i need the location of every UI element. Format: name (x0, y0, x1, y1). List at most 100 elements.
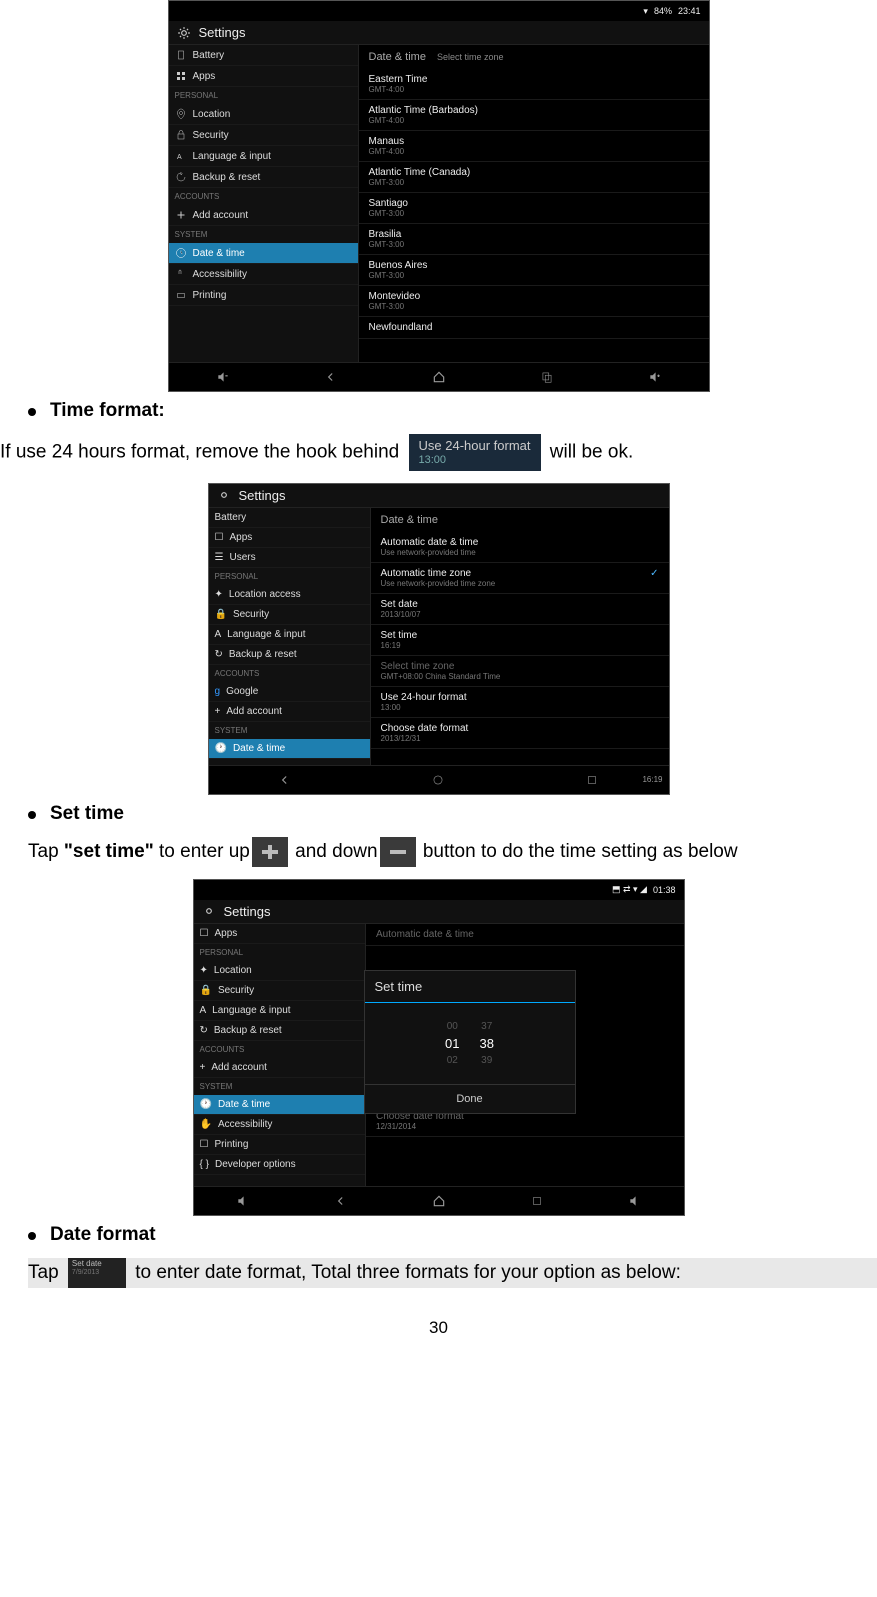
sidebar-item-printing[interactable]: Printing (169, 285, 358, 306)
hour-wheel[interactable]: 00 01 02 (445, 1019, 459, 1068)
sidebar-label: Security (193, 130, 229, 141)
vol-down-icon[interactable] (236, 1194, 250, 1208)
hour-prev: 00 (445, 1019, 459, 1034)
sidebar-item-backup[interactable]: ↻ Backup & reset (209, 645, 370, 665)
sidebar-header-accounts: ACCOUNTS (194, 1041, 366, 1058)
tz-offset: GMT-3:00 (369, 302, 699, 311)
vol-up-icon[interactable] (628, 1194, 642, 1208)
tz-item[interactable]: ManausGMT-4:00 (359, 131, 709, 162)
title-text: Settings (224, 904, 271, 919)
recent-icon[interactable] (530, 1194, 544, 1208)
minute-selected: 38 (480, 1034, 494, 1053)
home-icon[interactable] (432, 1194, 446, 1208)
tz-name: Eastern Time (369, 74, 699, 85)
tz-offset: GMT-4:00 (369, 147, 699, 156)
sidebar-item-security[interactable]: 🔒 Security (194, 981, 366, 1001)
plus-button-icon (252, 837, 288, 867)
sidebar-item-backup[interactable]: ↻ Backup & reset (194, 1021, 366, 1041)
tz-item[interactable]: Newfoundland (359, 317, 709, 339)
sidebar-header-personal: PERSONAL (194, 944, 366, 961)
breadcrumb-main: Date & time (369, 51, 426, 63)
text: If use 24 hours format, remove the hook … (0, 441, 399, 462)
setting-date-format[interactable]: Choose date format2013/12/31 (371, 718, 669, 749)
recent-icon[interactable] (540, 370, 554, 384)
nav-bar (194, 1186, 684, 1215)
gear-icon (202, 904, 216, 918)
home-icon[interactable] (432, 370, 446, 384)
language-icon: A (175, 150, 187, 162)
sidebar-item-apps[interactable]: ☐ Apps (194, 924, 366, 944)
tz-item[interactable]: Buenos AiresGMT-3:00 (359, 255, 709, 286)
sidebar-label: Add account (211, 1062, 267, 1073)
setting-sub: Use network-provided time zone (381, 579, 659, 588)
sidebar-item-add-account[interactable]: + Add account (194, 1058, 366, 1078)
sidebar-item-language[interactable]: A Language & input (209, 625, 370, 645)
sidebar-item-users[interactable]: ☰ Users (209, 548, 370, 568)
bullet-icon (28, 811, 36, 819)
sidebar-item-language[interactable]: A Language & input (194, 1001, 366, 1021)
sidebar-item-date-time[interactable]: 🕐 Date & time (209, 739, 370, 759)
sidebar-item-accessibility[interactable]: Accessibility (169, 264, 358, 285)
breadcrumb: Date & time (371, 508, 669, 532)
battery-text: 84% (654, 6, 672, 16)
sidebar-item-date-time[interactable]: Date & time (169, 243, 358, 264)
apps-icon (175, 70, 187, 82)
tz-item[interactable]: MontevideoGMT-3:00 (359, 286, 709, 317)
setting-set-time[interactable]: Set time16:19 (371, 625, 669, 656)
sidebar-item-add-account[interactable]: + Add account (209, 702, 370, 722)
vol-up-icon[interactable] (648, 370, 662, 384)
sidebar-item-battery[interactable]: Battery (209, 508, 370, 528)
sidebar-label: Add account (193, 210, 249, 221)
back-icon[interactable] (324, 370, 338, 384)
title-bar: Settings (209, 484, 669, 508)
tz-item[interactable]: Atlantic Time (Canada)GMT-3:00 (359, 162, 709, 193)
setting-auto-tz[interactable]: ✓Automatic time zoneUse network-provided… (371, 563, 669, 594)
sidebar-item-security[interactable]: Security (169, 125, 358, 146)
sidebar-item-google[interactable]: g Google (209, 682, 370, 702)
setting-title: Automatic date & time (376, 929, 674, 940)
tz-offset: GMT-3:00 (369, 178, 699, 187)
back-icon[interactable] (334, 1194, 348, 1208)
sidebar-item-battery[interactable]: Battery (169, 45, 358, 66)
back-icon[interactable] (278, 773, 292, 787)
tz-item[interactable]: Atlantic Time (Barbados)GMT-4:00 (359, 100, 709, 131)
done-button[interactable]: Done (365, 1084, 575, 1113)
nav-bar (169, 362, 709, 391)
clock-icon (175, 247, 187, 259)
setting-set-date[interactable]: Set date2013/10/07 (371, 594, 669, 625)
sidebar-item-apps[interactable]: ☐ Apps (209, 528, 370, 548)
hour-selected: 01 (445, 1034, 459, 1053)
minute-wheel[interactable]: 37 38 39 (480, 1019, 494, 1068)
sidebar-header-personal: PERSONAL (169, 87, 358, 104)
tz-item[interactable]: Eastern TimeGMT-4:00 (359, 69, 709, 100)
tz-item[interactable]: BrasiliaGMT-3:00 (359, 224, 709, 255)
tz-item[interactable]: SantiagoGMT-3:00 (359, 193, 709, 224)
setting-auto-date: Automatic date & time (366, 924, 684, 946)
bold-text: "set time" (64, 841, 154, 862)
sidebar-header-accounts: ACCOUNTS (209, 665, 370, 682)
sidebar-item-apps[interactable]: Apps (169, 66, 358, 87)
sidebar-item-backup[interactable]: Backup & reset (169, 167, 358, 188)
recent-icon[interactable] (585, 773, 599, 787)
setting-auto-date[interactable]: Automatic date & timeUse network-provide… (371, 532, 669, 563)
setting-24hour[interactable]: Use 24-hour format13:00 (371, 687, 669, 718)
title-bar: Settings (169, 21, 709, 45)
status-icons: ⬒ ⇄ ▾ ◢ (612, 884, 647, 895)
sidebar-item-dev[interactable]: { } Developer options (194, 1155, 366, 1175)
sidebar-item-location[interactable]: ✦ Location (194, 961, 366, 981)
sidebar-item-security[interactable]: 🔒 Security (209, 605, 370, 625)
sidebar-item-location[interactable]: ✦ Location access (209, 585, 370, 605)
sidebar-header-personal: PERSONAL (209, 568, 370, 585)
settings-sidebar: ☐ Apps PERSONAL ✦ Location 🔒 Security A … (194, 924, 367, 1195)
sidebar-item-date-time[interactable]: 🕐 Date & time (194, 1095, 366, 1115)
sidebar-item-accessibility[interactable]: ✋ Accessibility (194, 1115, 366, 1135)
tz-name: Montevideo (369, 291, 699, 302)
sidebar-item-add-account[interactable]: Add account (169, 205, 358, 226)
home-icon[interactable] (431, 773, 445, 787)
vol-down-icon[interactable] (216, 370, 230, 384)
sidebar-item-location[interactable]: Location (169, 104, 358, 125)
checkbox-icon[interactable]: ✓ (650, 568, 658, 579)
sidebar-item-printing[interactable]: ☐ Printing (194, 1135, 366, 1155)
screenshot-timezone: ▾ 84% 23:41 Settings Battery Apps PERSON… (168, 0, 710, 392)
sidebar-item-language[interactable]: ALanguage & input (169, 146, 358, 167)
